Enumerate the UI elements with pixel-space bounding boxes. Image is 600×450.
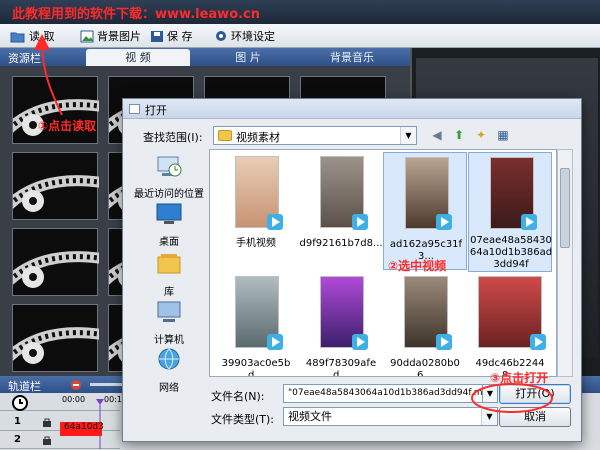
file-item[interactable]: 39903ac0e5bd... (214, 272, 298, 376)
film-strip-icon (13, 99, 99, 136)
scrollbar-thumb[interactable] (560, 168, 570, 248)
zoom-out-icon[interactable] (70, 379, 82, 391)
filetype-value: 视频文件 (288, 410, 332, 423)
video-play-icon (267, 334, 283, 350)
desktop-icon (156, 203, 182, 224)
chevron-down-icon[interactable]: ▼ (400, 127, 416, 144)
resource-panel-header: 资源栏 视 频 图 片 背景音乐 (0, 48, 410, 66)
file-item[interactable]: 49dc46b22448... (468, 272, 552, 376)
up-folder-icon[interactable]: ⬆ (451, 127, 467, 143)
track-number-1: 1 (14, 416, 21, 427)
settings-button[interactable]: 环境设定 (214, 27, 275, 45)
recent-places-icon (157, 156, 182, 177)
cancel-button[interactable]: 取消 (499, 407, 571, 427)
film-strip-icon (13, 327, 99, 364)
track-panel-title: 轨道栏 (8, 380, 41, 393)
network-globe-icon (158, 348, 180, 370)
clock-icon[interactable] (12, 395, 28, 411)
annotation-step-1: ①点击读取 (38, 119, 97, 133)
annotation-step-2: ②选中视频 (388, 259, 447, 273)
resource-thumbnail[interactable] (12, 304, 99, 372)
tab-image[interactable]: 图 片 (196, 49, 300, 66)
video-play-icon (352, 334, 368, 350)
lock-icon[interactable] (42, 417, 52, 427)
file-item[interactable]: 手机视频 (214, 152, 298, 270)
dialog-title-bar: 打开 (123, 99, 581, 119)
place-computer[interactable]: 计算机 (131, 299, 207, 346)
resource-thumbnail[interactable] (12, 228, 99, 296)
look-in-label: 查找范围(I): (143, 131, 203, 144)
chevron-down-icon[interactable]: ▼ (481, 408, 497, 425)
video-play-icon (436, 214, 452, 230)
window-icon (129, 104, 140, 114)
app-title-bar: 此教程用到的软件下载：www.leawo.cn (0, 0, 600, 24)
save-button[interactable]: 保 存 (150, 27, 193, 45)
tutorial-watermark: 此教程用到的软件下载：www.leawo.cn (12, 7, 261, 22)
read-button[interactable]: 读 取 (10, 27, 55, 45)
video-play-icon (267, 214, 283, 230)
floppy-disk-icon (151, 30, 163, 42)
place-desktop[interactable]: 桌面 (131, 201, 207, 248)
filetype-dropdown[interactable]: 视频文件 ▼ (283, 407, 498, 426)
filetype-label: 文件类型(T): (211, 413, 275, 426)
film-strip-icon (13, 175, 99, 212)
file-item[interactable]: 90dda0280b06... (383, 272, 467, 376)
file-list-scrollbar[interactable] (557, 149, 573, 377)
picture-icon (80, 30, 94, 42)
tab-video[interactable]: 视 频 (86, 49, 190, 66)
tab-background-music[interactable]: 背景音乐 (300, 49, 404, 66)
dialog-title: 打开 (145, 104, 167, 117)
film-strip-icon (13, 251, 99, 288)
file-list-view: 手机视频 d9f92161b7d8... ad162a95c31f3... 07… (209, 149, 557, 377)
gear-icon (216, 31, 226, 41)
track-number-2: 2 (14, 434, 21, 445)
file-item[interactable]: d9f92161b7d8... (299, 152, 383, 270)
filename-label: 文件名(N): (211, 390, 265, 403)
open-folder-icon (10, 32, 25, 42)
chevron-down-icon[interactable]: ▼ (483, 384, 498, 403)
main-toolbar: 读 取 背景图片 保 存 环境设定 (0, 24, 600, 48)
new-folder-icon[interactable]: ✦ (473, 127, 489, 143)
filename-input[interactable]: "07eae48a5843064a10d1b386ad3dd94f.mp4" (283, 384, 483, 403)
resource-panel-title: 资源栏 (8, 52, 41, 65)
lock-icon[interactable] (42, 435, 52, 445)
open-button[interactable]: 打开(O) (499, 384, 571, 404)
video-play-icon (436, 334, 452, 350)
look-in-dropdown[interactable]: 视频素材 ▼ (213, 126, 417, 145)
dialog-nav-toolbar: ◀ ⬆ ✦ ▦ (429, 127, 511, 143)
file-item[interactable]: 489f78309afed... (299, 272, 383, 376)
resource-thumbnail[interactable] (12, 152, 99, 220)
computer-icon (157, 301, 181, 322)
library-icon (157, 254, 181, 274)
file-item-selected[interactable]: 07eae48a5843064a10d1b386ad3dd94f (468, 152, 552, 272)
timeline-start-time: 00:00 (62, 395, 86, 404)
folder-icon (218, 130, 232, 141)
video-play-icon (530, 334, 546, 350)
timeline-clip-label: 64a10d3 (64, 422, 104, 432)
file-item-selected[interactable]: ad162a95c31f3... (383, 152, 467, 270)
video-play-icon (521, 214, 537, 230)
background-image-button[interactable]: 背景图片 (80, 27, 141, 45)
back-arrow-icon[interactable]: ◀ (429, 127, 445, 143)
view-menu-icon[interactable]: ▦ (495, 127, 511, 143)
look-in-value: 视频素材 (236, 131, 280, 144)
place-network[interactable]: 网络 (131, 347, 207, 394)
place-recent[interactable]: 最近访问的位置 (131, 153, 207, 200)
place-libraries[interactable]: 库 (131, 251, 207, 298)
places-bar: 最近访问的位置 桌面 库 计算机 网络 (131, 149, 207, 395)
annotation-step-3: ③点击打开 (490, 371, 549, 385)
video-play-icon (352, 214, 368, 230)
open-file-dialog: 打开 查找范围(I): 视频素材 ▼ ◀ ⬆ ✦ ▦ 最近访问的位置 桌面 库 … (122, 98, 582, 442)
